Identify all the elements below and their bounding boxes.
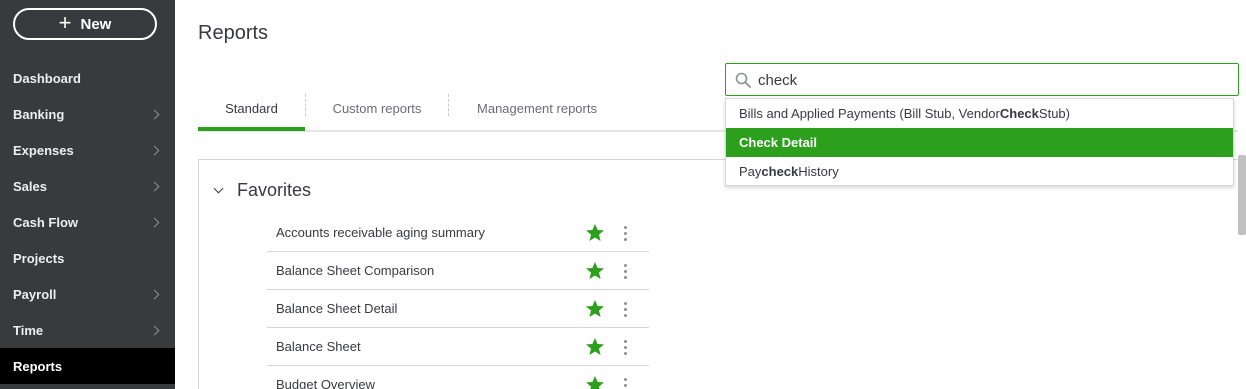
sidebar-item-label: Sales [13,178,47,194]
favorites-section-toggle[interactable]: Favorites [213,180,312,201]
report-row: Balance Sheet Detail [267,290,649,328]
report-link[interactable]: Accounts receivable aging summary [276,225,485,240]
sidebar-item-label: Banking [13,106,65,122]
star-icon[interactable] [585,261,605,281]
report-link[interactable]: Balance Sheet Comparison [276,263,434,278]
new-button-label: New [80,15,112,33]
star-icon[interactable] [585,223,605,243]
chevron-right-icon [149,145,160,155]
search-icon [735,72,751,88]
chevron-right-icon [149,181,160,191]
nav-menu: Dashboard Banking Expenses Sales Cash Fl… [0,60,175,384]
suggestion-item[interactable]: Pay check History [726,157,1233,186]
sidebar-item-label: Dashboard [13,70,81,86]
suggestion-item[interactable]: Bills and Applied Payments (Bill Stub, V… [726,99,1233,128]
suggestion-match: check [761,164,799,179]
tab-custom-reports[interactable]: Custom reports [306,86,448,130]
sidebar-item-projects[interactable]: Projects [0,240,175,276]
new-button[interactable]: + New [13,8,157,40]
suggestion-text: Pay [739,164,762,179]
suggestion-item-selected[interactable]: Check Detail [726,128,1233,157]
kebab-menu-icon[interactable] [617,299,633,319]
sidebar-item-dashboard[interactable]: Dashboard [0,60,175,96]
report-row: Balance Sheet Comparison [267,252,649,290]
report-row: Accounts receivable aging summary [267,214,649,252]
chevron-right-icon [149,289,160,299]
report-link[interactable]: Budget Overview [276,377,375,389]
kebab-menu-icon[interactable] [617,375,633,389]
tab-standard[interactable]: Standard [198,86,305,130]
star-icon[interactable] [585,337,605,357]
kebab-menu-icon[interactable] [617,223,633,243]
report-row: Budget Overview [267,366,649,389]
chevron-down-icon [213,183,224,194]
active-tab-indicator [198,127,305,131]
favorites-panel: Favorites Accounts receivable aging summ… [198,159,1246,389]
sidebar-item-expenses[interactable]: Expenses [0,132,175,168]
sidebar-item-time[interactable]: Time [0,312,175,348]
sidebar-item-label: Expenses [13,142,74,158]
chevron-right-icon [149,109,160,119]
sidebar-item-label: Reports [13,358,63,374]
suggestion-match: Check Detail [739,135,818,150]
star-icon[interactable] [585,299,605,319]
search-suggestions-dropdown: Bills and Applied Payments (Bill Stub, V… [725,98,1234,186]
report-row: Balance Sheet [267,328,649,366]
sidebar-item-cash-flow[interactable]: Cash Flow [0,204,175,240]
tab-management-reports[interactable]: Management reports [449,86,625,130]
sidebar-item-sales[interactable]: Sales [0,168,175,204]
kebab-menu-icon[interactable] [617,261,633,281]
chevron-right-icon [149,217,160,227]
page-title: Reports [198,22,269,44]
sidebar-item-banking[interactable]: Banking [0,96,175,132]
sidebar-item-reports[interactable]: Reports [0,348,175,384]
suggestion-text: History [798,164,839,179]
suggestion-text: Bills and Applied Payments (Bill Stub, V… [739,106,1000,121]
tab-label: Management reports [477,100,597,116]
report-link[interactable]: Balance Sheet Detail [276,301,397,316]
sidebar-item-label: Projects [13,250,65,266]
star-icon[interactable] [585,375,605,389]
search-input[interactable] [758,69,1228,91]
favorites-report-list: Accounts receivable aging summary Balanc… [267,214,649,389]
suggestion-text: Stub) [1038,106,1070,121]
kebab-menu-icon[interactable] [617,337,633,357]
favorites-title: Favorites [237,180,312,200]
left-navigation-sidebar: + New Dashboard Banking Expenses Sales C… [0,0,175,389]
tab-label: Standard [225,100,278,116]
vertical-scrollbar[interactable] [1238,155,1246,235]
sidebar-item-label: Payroll [13,286,57,302]
sidebar-item-label: Time [13,322,44,338]
report-link[interactable]: Balance Sheet [276,339,361,354]
tab-label: Custom reports [332,100,422,116]
sidebar-item-payroll[interactable]: Payroll [0,276,175,312]
plus-icon: + [58,10,72,35]
chevron-right-icon [149,325,160,335]
sidebar-item-label: Cash Flow [13,214,79,230]
report-search-box [725,63,1239,96]
suggestion-match: Check [999,106,1039,121]
